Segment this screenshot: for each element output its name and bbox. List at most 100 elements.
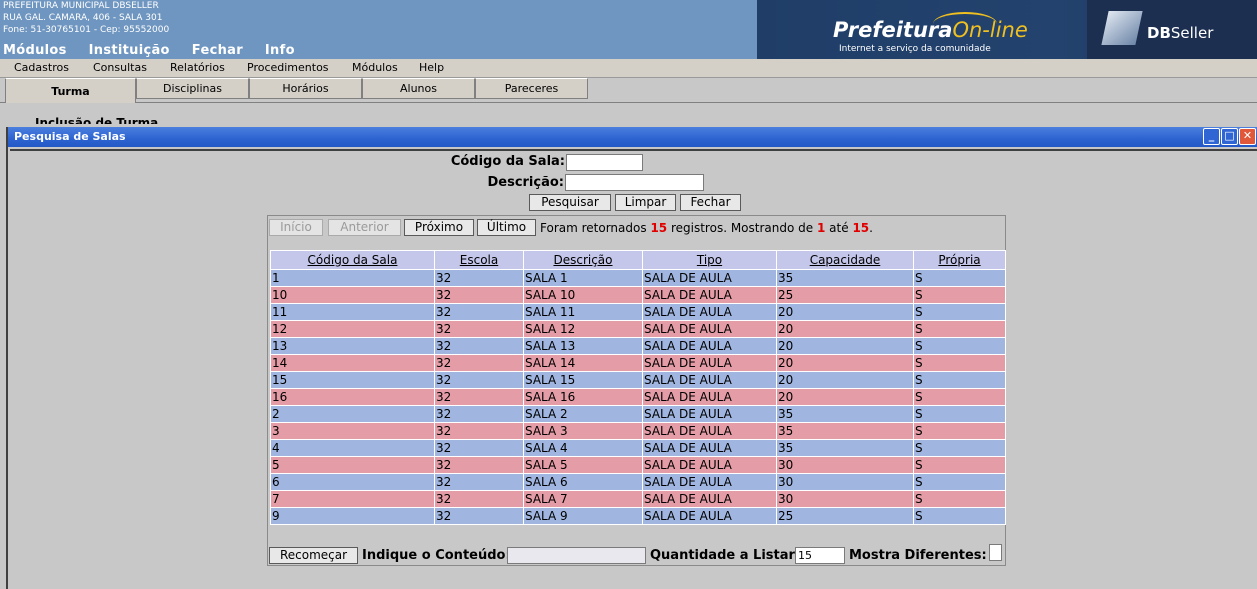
tab-pareceres[interactable]: Pareceres	[475, 78, 588, 99]
cell-descricao[interactable]: SALA 14	[523, 354, 643, 372]
cell-escola[interactable]: 32	[434, 388, 524, 406]
tab-alunos[interactable]: Alunos	[362, 78, 475, 99]
cell-propria[interactable]: S	[913, 439, 1006, 457]
cell-escola[interactable]: 32	[434, 286, 524, 304]
cell-propria[interactable]: S	[913, 337, 1006, 355]
submenu-help[interactable]: Help	[419, 61, 444, 74]
tab-disciplinas[interactable]: Disciplinas	[136, 78, 249, 99]
column-header-propria[interactable]: Própria	[913, 250, 1006, 270]
cell-codigo[interactable]: 10	[270, 286, 435, 304]
cell-tipo[interactable]: SALA DE AULA	[642, 269, 777, 287]
minimize-icon[interactable]: _	[1203, 128, 1220, 145]
submenu-consultas[interactable]: Consultas	[93, 61, 147, 74]
column-header-codigo[interactable]: Código da Sala	[270, 250, 435, 270]
conteudo-input[interactable]	[507, 547, 646, 564]
limpar-button[interactable]: Limpar	[615, 194, 676, 211]
cell-capacidade[interactable]: 35	[776, 405, 914, 423]
cell-escola[interactable]: 32	[434, 269, 524, 287]
cell-tipo[interactable]: SALA DE AULA	[642, 320, 777, 338]
cell-descricao[interactable]: SALA 7	[523, 490, 643, 508]
cell-descricao[interactable]: SALA 15	[523, 371, 643, 389]
cell-escola[interactable]: 32	[434, 371, 524, 389]
cell-capacidade[interactable]: 30	[776, 473, 914, 491]
column-header-tipo[interactable]: Tipo	[642, 250, 777, 270]
cell-tipo[interactable]: SALA DE AULA	[642, 456, 777, 474]
cell-propria[interactable]: S	[913, 303, 1006, 321]
cell-capacidade[interactable]: 20	[776, 320, 914, 338]
mostra-diferentes-checkbox[interactable]	[989, 544, 1002, 561]
cell-codigo[interactable]: 2	[270, 405, 435, 423]
codigo-sala-input[interactable]	[566, 154, 643, 171]
cell-tipo[interactable]: SALA DE AULA	[642, 388, 777, 406]
cell-propria[interactable]: S	[913, 320, 1006, 338]
table-row[interactable]: 12 32 SALA 12 SALA DE AULA 20 S	[270, 320, 1006, 338]
cell-descricao[interactable]: SALA 3	[523, 422, 643, 440]
cell-tipo[interactable]: SALA DE AULA	[642, 405, 777, 423]
ultimo-button[interactable]: Último	[477, 219, 536, 236]
cell-tipo[interactable]: SALA DE AULA	[642, 303, 777, 321]
table-row[interactable]: 5 32 SALA 5 SALA DE AULA 30 S	[270, 456, 1006, 474]
main-menu-instituicao[interactable]: Instituição	[89, 43, 170, 58]
cell-descricao[interactable]: SALA 13	[523, 337, 643, 355]
cell-capacidade[interactable]: 30	[776, 456, 914, 474]
table-row[interactable]: 9 32 SALA 9 SALA DE AULA 25 S	[270, 507, 1006, 525]
cell-tipo[interactable]: SALA DE AULA	[642, 337, 777, 355]
table-row[interactable]: 14 32 SALA 14 SALA DE AULA 20 S	[270, 354, 1006, 372]
cell-capacidade[interactable]: 20	[776, 371, 914, 389]
cell-descricao[interactable]: SALA 10	[523, 286, 643, 304]
cell-descricao[interactable]: SALA 9	[523, 507, 643, 525]
inicio-button[interactable]: Início	[269, 219, 323, 236]
cell-capacidade[interactable]: 35	[776, 439, 914, 457]
table-row[interactable]: 1 32 SALA 1 SALA DE AULA 35 S	[270, 269, 1006, 287]
cell-descricao[interactable]: SALA 5	[523, 456, 643, 474]
cell-escola[interactable]: 32	[434, 405, 524, 423]
cell-escola[interactable]: 32	[434, 490, 524, 508]
cell-capacidade[interactable]: 30	[776, 490, 914, 508]
cell-propria[interactable]: S	[913, 269, 1006, 287]
cell-capacidade[interactable]: 20	[776, 388, 914, 406]
cell-tipo[interactable]: SALA DE AULA	[642, 371, 777, 389]
cell-codigo[interactable]: 4	[270, 439, 435, 457]
cell-escola[interactable]: 32	[434, 422, 524, 440]
main-menu-info[interactable]: Info	[265, 43, 295, 58]
cell-tipo[interactable]: SALA DE AULA	[642, 422, 777, 440]
table-row[interactable]: 6 32 SALA 6 SALA DE AULA 30 S	[270, 473, 1006, 491]
cell-propria[interactable]: S	[913, 422, 1006, 440]
tab-horarios[interactable]: Horários	[249, 78, 362, 99]
cell-escola[interactable]: 32	[434, 473, 524, 491]
cell-codigo[interactable]: 5	[270, 456, 435, 474]
cell-descricao[interactable]: SALA 2	[523, 405, 643, 423]
cell-codigo[interactable]: 13	[270, 337, 435, 355]
anterior-button[interactable]: Anterior	[328, 219, 401, 236]
table-row[interactable]: 16 32 SALA 16 SALA DE AULA 20 S	[270, 388, 1006, 406]
cell-escola[interactable]: 32	[434, 507, 524, 525]
cell-codigo[interactable]: 6	[270, 473, 435, 491]
cell-propria[interactable]: S	[913, 286, 1006, 304]
cell-propria[interactable]: S	[913, 354, 1006, 372]
cell-capacidade[interactable]: 25	[776, 286, 914, 304]
column-header-escola[interactable]: Escola	[434, 250, 524, 270]
cell-codigo[interactable]: 1	[270, 269, 435, 287]
main-menu-fechar[interactable]: Fechar	[192, 43, 243, 58]
tab-turma[interactable]: Turma	[5, 78, 136, 103]
cell-descricao[interactable]: SALA 16	[523, 388, 643, 406]
cell-propria[interactable]: S	[913, 490, 1006, 508]
submenu-modulos[interactable]: Módulos	[352, 61, 398, 74]
table-row[interactable]: 13 32 SALA 13 SALA DE AULA 20 S	[270, 337, 1006, 355]
cell-codigo[interactable]: 3	[270, 422, 435, 440]
cell-codigo[interactable]: 7	[270, 490, 435, 508]
cell-propria[interactable]: S	[913, 456, 1006, 474]
cell-escola[interactable]: 32	[434, 354, 524, 372]
table-row[interactable]: 7 32 SALA 7 SALA DE AULA 30 S	[270, 490, 1006, 508]
cell-capacidade[interactable]: 35	[776, 422, 914, 440]
recomecar-button[interactable]: Recomeçar	[269, 547, 358, 564]
cell-capacidade[interactable]: 35	[776, 269, 914, 287]
table-row[interactable]: 11 32 SALA 11 SALA DE AULA 20 S	[270, 303, 1006, 321]
cell-tipo[interactable]: SALA DE AULA	[642, 439, 777, 457]
cell-tipo[interactable]: SALA DE AULA	[642, 490, 777, 508]
table-row[interactable]: 3 32 SALA 3 SALA DE AULA 35 S	[270, 422, 1006, 440]
fechar-button[interactable]: Fechar	[680, 194, 741, 211]
cell-codigo[interactable]: 11	[270, 303, 435, 321]
cell-propria[interactable]: S	[913, 388, 1006, 406]
cell-escola[interactable]: 32	[434, 456, 524, 474]
